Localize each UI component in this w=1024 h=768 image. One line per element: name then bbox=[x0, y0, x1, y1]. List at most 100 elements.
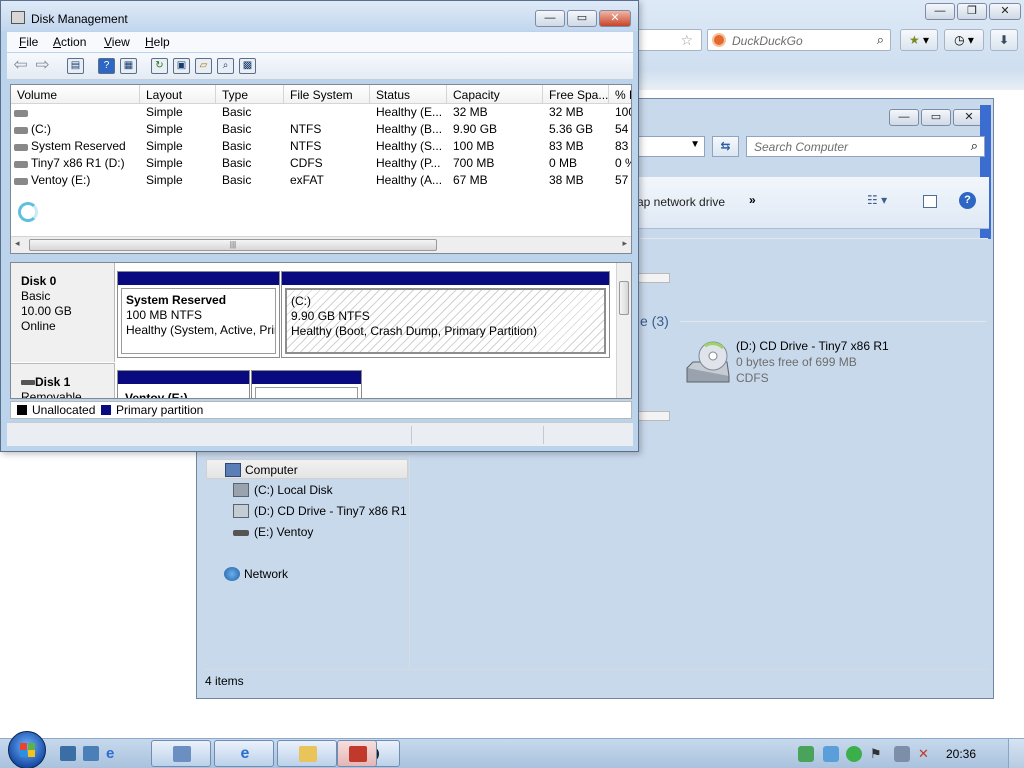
nav-item-label: (E:) Ventoy bbox=[254, 525, 314, 539]
cd-drive-icon[interactable] bbox=[683, 340, 731, 386]
explorer-search-field[interactable]: Search Computer ⌕ bbox=[746, 136, 985, 157]
close-button[interactable]: ✕ bbox=[599, 10, 631, 27]
volume-cell: 54 bbox=[609, 122, 631, 139]
volume-row[interactable]: Ventoy (E:) Simple Basic exFAT Healthy (A...… bbox=[11, 173, 631, 190]
help-icon[interactable]: ? bbox=[959, 192, 976, 209]
show-desktop-quicklaunch-icon[interactable] bbox=[60, 746, 76, 761]
column-header-volume[interactable]: Volume bbox=[11, 85, 140, 104]
minimize-button[interactable]: — bbox=[535, 10, 565, 27]
internet-explorer-quicklaunch-icon[interactable]: e bbox=[106, 746, 122, 761]
volume-cell: Basic bbox=[216, 122, 284, 139]
settings-icon[interactable]: ▩ bbox=[239, 58, 256, 74]
bookmarks-button[interactable]: ★ ▾ bbox=[900, 29, 938, 51]
browser-maximize-button[interactable]: ❐ bbox=[957, 3, 987, 20]
taskbar-app-internet-explorer[interactable]: e bbox=[214, 740, 274, 767]
history-button[interactable]: ◷ ▾ bbox=[944, 29, 984, 51]
open-folder-icon[interactable]: ▱ bbox=[195, 58, 212, 74]
forward-arrow-icon[interactable]: ⇨ bbox=[34, 56, 51, 74]
group-header-removable[interactable]: e (3) bbox=[640, 313, 669, 329]
menu-help[interactable]: Help bbox=[145, 35, 170, 49]
menu-action[interactable]: Action bbox=[53, 35, 86, 49]
nav-item-label: (C:) Local Disk bbox=[254, 483, 333, 497]
column-header-type[interactable]: Type bbox=[216, 85, 284, 104]
maximize-button[interactable]: ▭ bbox=[567, 10, 597, 27]
scroll-right-icon[interactable]: ▸ bbox=[622, 238, 627, 249]
help-icon[interactable]: ? bbox=[98, 58, 115, 74]
column-header-percent-free[interactable]: % F bbox=[609, 85, 631, 104]
search-icon[interactable]: ⌕ bbox=[971, 138, 978, 154]
item-count: 4 items bbox=[205, 674, 244, 688]
search-icon[interactable]: ⌕ bbox=[877, 32, 884, 48]
taskbar-app-explorer-computer[interactable] bbox=[151, 740, 211, 767]
disk-0-size: 10.00 GB bbox=[21, 304, 72, 318]
volume-row[interactable]: Simple Basic Healthy (E... 32 MB 32 MB 100 bbox=[11, 105, 631, 122]
bookmark-star-icon[interactable]: ☆ bbox=[680, 32, 693, 49]
address-bar[interactable]: ▼ bbox=[637, 136, 705, 157]
network-tray-icon[interactable] bbox=[798, 746, 814, 762]
clock[interactable]: 20:36 bbox=[946, 747, 976, 761]
volume-cell-text: (C:) bbox=[31, 122, 51, 136]
column-header-status[interactable]: Status bbox=[370, 85, 447, 104]
column-header-layout[interactable]: Layout bbox=[140, 85, 216, 104]
column-header-capacity[interactable]: Capacity bbox=[447, 85, 543, 104]
partition-vtoyefi[interactable] bbox=[251, 370, 362, 398]
volume-drive-icon bbox=[14, 178, 28, 185]
partition-c[interactable]: (C:) 9.90 GB NTFS Healthy (Boot, Crash D… bbox=[281, 271, 610, 358]
scroll-left-icon[interactable]: ◂ bbox=[15, 238, 20, 249]
rescan-disks-icon[interactable]: ▣ bbox=[173, 58, 190, 74]
volume-cell: 83 bbox=[609, 139, 631, 156]
taskbar-app-folder[interactable] bbox=[277, 740, 337, 767]
action-center-flag-icon[interactable]: ⚑ bbox=[870, 746, 886, 762]
security-tray-icon[interactable] bbox=[846, 746, 862, 762]
preview-pane-icon[interactable] bbox=[923, 195, 937, 208]
volume-muted-icon[interactable]: ✕ bbox=[918, 746, 934, 762]
address-dropdown-icon[interactable]: ▼ bbox=[690, 139, 700, 150]
partition-ventoy[interactable]: Ventoy (E:) bbox=[117, 370, 250, 398]
browser-close-button[interactable]: ✕ bbox=[989, 3, 1021, 20]
menu-file[interactable]: File bbox=[19, 35, 38, 49]
more-commands-button[interactable]: » bbox=[749, 193, 756, 207]
partition-header bbox=[282, 272, 609, 285]
switch-windows-icon[interactable] bbox=[83, 746, 99, 761]
scrollbar-thumb[interactable] bbox=[619, 281, 629, 315]
explorer-maximize-button[interactable]: ▭ bbox=[921, 109, 951, 126]
tray-icon[interactable] bbox=[823, 746, 839, 762]
taskbar-app-disk-management[interactable] bbox=[337, 740, 377, 767]
partition-system-reserved[interactable]: System Reserved 100 MB NTFS Healthy (Sys… bbox=[117, 271, 280, 358]
disk-1-label[interactable]: Disk 1 Removable bbox=[11, 363, 115, 398]
nav-item-cd-drive[interactable]: (D:) CD Drive - Tiny7 x86 R1 bbox=[206, 501, 408, 521]
horizontal-scrollbar[interactable]: ◂ ||| ▸ bbox=[11, 236, 631, 253]
refresh-button[interactable]: ⇆ bbox=[712, 136, 739, 157]
cd-drive-name[interactable]: (D:) CD Drive - Tiny7 x86 R1 bbox=[736, 339, 889, 353]
url-bar[interactable]: ☆ bbox=[636, 29, 702, 51]
refresh-icon[interactable]: ↻ bbox=[151, 58, 168, 74]
show-hide-console-tree-icon[interactable]: ▤ bbox=[67, 58, 84, 74]
column-header-file-system[interactable]: File System bbox=[284, 85, 370, 104]
map-network-drive-button[interactable]: ap network drive bbox=[637, 195, 725, 209]
nav-item-local-disk[interactable]: (C:) Local Disk bbox=[206, 480, 408, 500]
volume-row[interactable]: System Reserved Simple Basic NTFS Healthy (S… bbox=[11, 139, 631, 156]
search-bar[interactable]: DuckDuckGo ⌕ bbox=[707, 29, 891, 51]
volume-row[interactable]: (C:) Simple Basic NTFS Healthy (B... 9.90 GB 5… bbox=[11, 122, 631, 139]
search-icon[interactable]: ⌕ bbox=[217, 58, 234, 74]
properties-icon[interactable]: ▦ bbox=[120, 58, 137, 74]
change-view-button[interactable]: ☷ ▾ bbox=[867, 193, 887, 207]
nav-item-network[interactable]: Network bbox=[206, 564, 408, 584]
column-header-free-space[interactable]: Free Spa... bbox=[543, 85, 609, 104]
volume-row[interactable]: Tiny7 x86 R1 (D:) Simple Basic CDFS Healthy … bbox=[11, 156, 631, 173]
downloads-button[interactable]: ⬇ bbox=[990, 29, 1018, 51]
vertical-scrollbar[interactable] bbox=[616, 263, 631, 398]
menu-view[interactable]: View bbox=[104, 35, 130, 49]
scrollbar-thumb[interactable]: ||| bbox=[29, 239, 437, 251]
back-arrow-icon[interactable]: ⇦ bbox=[12, 56, 29, 74]
volume-cell-text: 700 MB bbox=[453, 156, 495, 170]
disk-0-label[interactable]: Disk 0 Basic 10.00 GB Online bbox=[11, 263, 115, 362]
explorer-minimize-button[interactable]: — bbox=[889, 109, 919, 126]
nav-item-ventoy[interactable]: (E:) Ventoy bbox=[206, 522, 408, 542]
title-bar[interactable]: Disk Management — ▭ ✕ bbox=[1, 1, 638, 31]
show-desktop-button[interactable] bbox=[1008, 739, 1024, 768]
nav-item-computer[interactable]: Computer bbox=[206, 459, 408, 479]
network-status-icon[interactable] bbox=[894, 746, 910, 762]
browser-minimize-button[interactable]: — bbox=[925, 3, 955, 20]
start-button[interactable] bbox=[8, 731, 46, 768]
